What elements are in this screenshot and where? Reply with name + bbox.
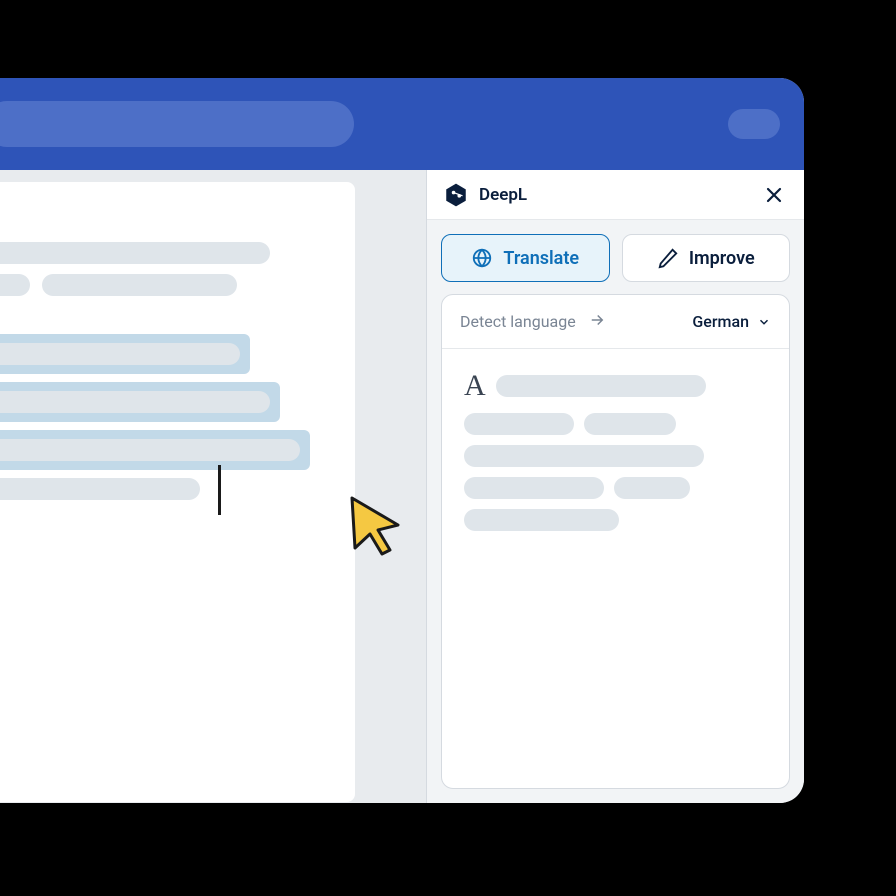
output-line: [464, 477, 604, 499]
tab-translate[interactable]: Translate: [441, 234, 610, 282]
tab-improve-label: Improve: [689, 248, 755, 269]
deepl-logo-icon: [443, 182, 469, 208]
target-language-label: German: [692, 312, 749, 331]
translation-panel: Detect language German: [441, 294, 790, 789]
font-size-indicator: A: [464, 369, 486, 403]
pencil-icon: [657, 247, 679, 269]
text-line: [0, 242, 270, 264]
close-icon: [765, 186, 783, 204]
document-pane: [0, 170, 426, 803]
text-line: [42, 274, 237, 296]
text-line: [0, 274, 30, 296]
chevron-down-icon: [757, 315, 771, 329]
sidebar-header: DeepL: [427, 170, 804, 220]
translation-output[interactable]: A: [442, 349, 789, 561]
arrow-right-icon: [588, 311, 606, 333]
tab-improve[interactable]: Improve: [622, 234, 791, 282]
app-window: DeepL Translate: [0, 78, 804, 803]
globe-icon: [471, 247, 493, 269]
output-line: [496, 375, 706, 397]
source-language-selector[interactable]: Detect language: [460, 312, 576, 331]
mode-tabs: Translate Improve: [427, 220, 804, 292]
deepl-sidebar: DeepL Translate: [426, 170, 804, 803]
target-language-selector[interactable]: German: [692, 312, 771, 331]
content-area: DeepL Translate: [0, 170, 804, 803]
text-line: [0, 478, 200, 500]
tab-translate-label: Translate: [503, 248, 579, 269]
titlebar: [0, 78, 804, 170]
close-button[interactable]: [760, 181, 788, 209]
cursor-pointer-icon: [340, 490, 410, 560]
output-line: [584, 413, 676, 435]
address-bar-placeholder: [0, 101, 354, 147]
selected-text[interactable]: [0, 334, 317, 470]
output-line: [464, 509, 619, 531]
output-line: [464, 445, 704, 467]
titlebar-control: [728, 109, 780, 139]
language-bar: Detect language German: [442, 295, 789, 349]
output-line: [614, 477, 690, 499]
text-caret: [218, 465, 221, 515]
document[interactable]: [0, 182, 355, 802]
output-line: [464, 413, 574, 435]
brand-label: DeepL: [479, 185, 527, 205]
